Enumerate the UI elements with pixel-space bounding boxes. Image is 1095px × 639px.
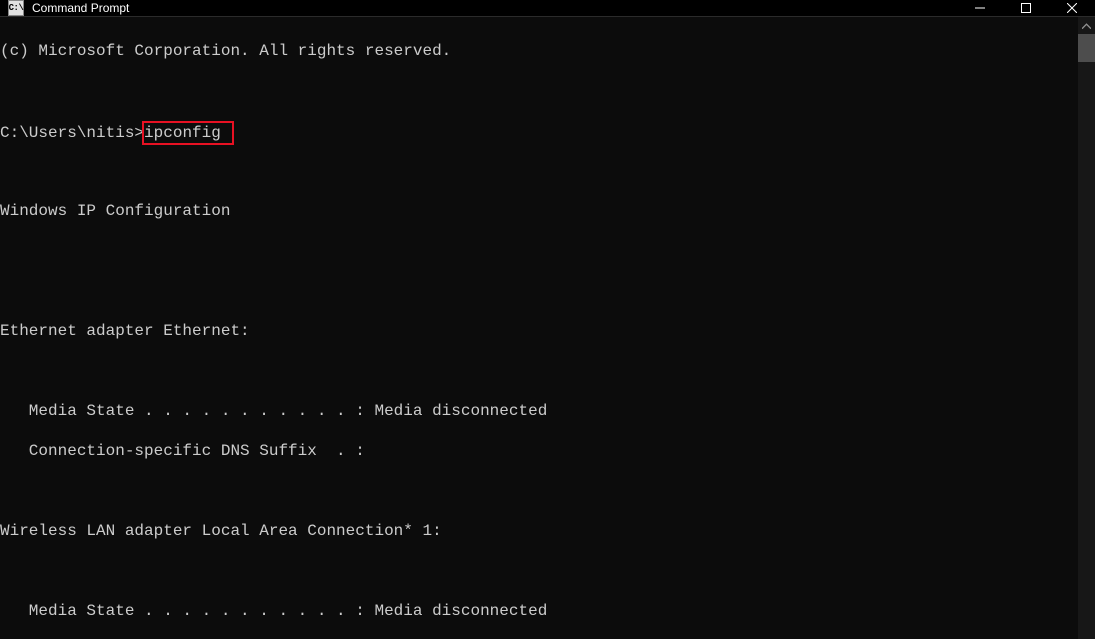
scroll-thumb[interactable] [1078,34,1095,62]
titlebar[interactable]: C:\ Command Prompt [0,0,1095,17]
output-line [0,481,1078,501]
command-highlight: ipconfig [142,121,234,145]
minimize-icon [975,3,985,13]
maximize-button[interactable] [1003,0,1049,16]
chevron-up-icon [1082,23,1091,29]
output-line [0,281,1078,301]
output-line [0,361,1078,381]
maximize-icon [1021,3,1031,13]
vertical-scrollbar[interactable] [1078,17,1095,639]
prompt-line: C:\Users\nitis>ipconfig [0,121,1078,141]
output-line: Windows IP Configuration [0,201,1078,221]
prompt-path: C:\Users\nitis> [0,124,144,142]
output-line: Ethernet adapter Ethernet: [0,321,1078,341]
output-line [0,241,1078,261]
output-line: (c) Microsoft Corporation. All rights re… [0,41,1078,61]
close-button[interactable] [1049,0,1095,16]
window-controls [957,0,1095,16]
output-line [0,561,1078,581]
minimize-button[interactable] [957,0,1003,16]
output-line: Connection-specific DNS Suffix . : [0,441,1078,461]
typed-command: ipconfig [144,124,221,142]
command-prompt-window: C:\ Command Prompt (c) Microsoft Corpora… [0,0,1095,639]
command-prompt-icon: C:\ [8,0,24,16]
window-title: Command Prompt [32,1,129,15]
output-line: Media State . . . . . . . . . . . : Medi… [0,601,1078,621]
output-line [0,161,1078,181]
close-icon [1067,3,1077,13]
console-output[interactable]: (c) Microsoft Corporation. All rights re… [0,17,1078,639]
content-area: (c) Microsoft Corporation. All rights re… [0,17,1095,639]
output-line: Media State . . . . . . . . . . . : Medi… [0,401,1078,421]
output-line: Wireless LAN adapter Local Area Connecti… [0,521,1078,541]
output-line [0,81,1078,101]
titlebar-left: C:\ Command Prompt [0,0,957,16]
scroll-up-button[interactable] [1078,17,1095,34]
